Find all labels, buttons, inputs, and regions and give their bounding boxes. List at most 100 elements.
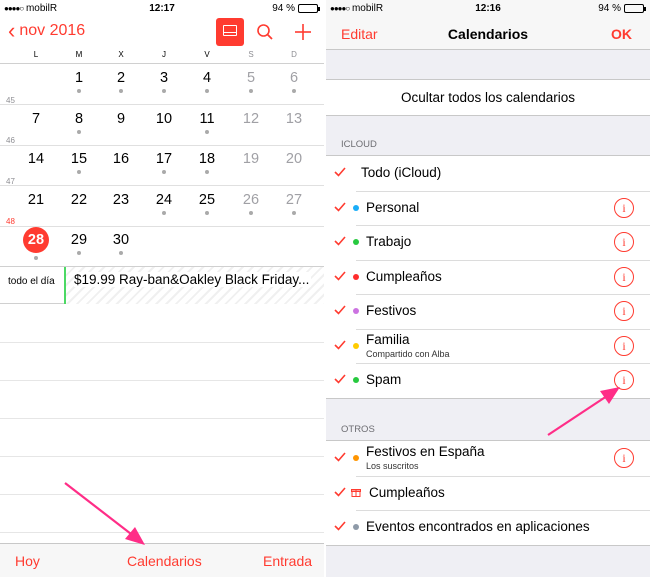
day-cell[interactable]: 9 (106, 111, 136, 127)
calendar-row[interactable]: Personal i (326, 190, 650, 226)
checkmark-icon (334, 201, 346, 212)
day-cell[interactable]: 25 (192, 192, 222, 215)
day-cell[interactable]: 12 (236, 111, 266, 127)
day-cell[interactable]: 26 (236, 192, 266, 215)
day-number: 28 (23, 227, 49, 254)
calendar-row[interactable]: Cumpleaños i (326, 259, 650, 295)
day-number: 16 (112, 151, 130, 168)
day-cell[interactable]: 11 (192, 111, 222, 134)
day-number: 25 (198, 191, 216, 208)
info-button[interactable]: i (614, 448, 634, 468)
day-cell[interactable]: 2 (106, 70, 136, 93)
all-day-row: todo el día $19.99 Ray-ban&Oakley Black … (0, 266, 324, 304)
day-cell[interactable]: 15 (64, 151, 94, 175)
event-dot (162, 170, 166, 175)
search-icon[interactable] (256, 23, 274, 41)
hide-all-calendars-button[interactable]: Ocultar todos los calendarios (326, 79, 650, 116)
day-cell[interactable]: 23 (106, 192, 136, 208)
calendar-row[interactable]: Eventos encontrados en aplicaciones (326, 510, 650, 545)
day-cell[interactable]: 8 (64, 111, 94, 134)
calendar-row[interactable]: Spam i (326, 363, 650, 398)
weekday-label: J (162, 50, 166, 59)
event-dot (162, 89, 166, 93)
day-cell[interactable]: 17 (149, 151, 179, 175)
day-cell[interactable]: 10 (149, 111, 179, 127)
info-button[interactable]: i (614, 301, 634, 321)
day-cell[interactable]: 30 (106, 232, 136, 256)
calendar-name: Festivos (366, 303, 417, 318)
day-cell[interactable]: 20 (279, 151, 309, 167)
inbox-button[interactable]: Entrada (263, 553, 312, 569)
chevron-left-icon: ‹ (8, 18, 16, 43)
day-cell[interactable]: 22 (64, 192, 94, 208)
day-cell[interactable]: 21 (21, 192, 51, 208)
day-number: 23 (112, 191, 130, 208)
event-dot (77, 129, 81, 134)
day-number: 29 (70, 232, 88, 249)
calendar-color-dot (353, 308, 359, 314)
day-number: 2 (116, 70, 126, 86)
info-button[interactable]: i (614, 370, 634, 390)
ok-button[interactable]: OK (611, 26, 632, 42)
calendar-row[interactable]: Cumpleaños (326, 475, 650, 511)
day-number: 10 (155, 110, 173, 127)
back-button[interactable]: ‹ nov 2016 (8, 18, 85, 43)
day-number: 27 (285, 191, 303, 208)
day-cell[interactable]: 24 (149, 192, 179, 215)
day-cell[interactable]: 16 (106, 151, 136, 167)
calendar-name: Eventos encontrados en aplicaciones (366, 519, 590, 534)
today-button[interactable]: Hoy (15, 553, 40, 569)
day-cell[interactable]: 7 (21, 111, 51, 127)
icloud-section-header: ICLOUD (341, 139, 377, 150)
day-cell[interactable]: 1 (64, 70, 94, 93)
day-cell[interactable]: 6 (279, 70, 309, 93)
weekday-label: X (118, 50, 124, 59)
info-button[interactable]: i (614, 232, 634, 252)
day-number: 12 (242, 110, 260, 127)
day-number: 15 (70, 151, 88, 168)
battery-icon (298, 4, 320, 13)
day-cell[interactable]: 4 (192, 70, 222, 93)
checkmark-icon (334, 270, 346, 281)
day-cell[interactable]: 5 (236, 70, 266, 93)
event-dot (249, 210, 253, 215)
battery-icon (624, 4, 646, 13)
calendar-color-dot (353, 273, 359, 280)
week-number: 46 (6, 136, 15, 146)
event-dot (77, 251, 81, 256)
day-number: 24 (155, 191, 173, 208)
day-cell[interactable]: 18 (192, 151, 222, 175)
info-button[interactable]: i (614, 197, 634, 218)
info-button[interactable]: i (614, 335, 634, 356)
calendars-button[interactable]: Calendarios (127, 553, 202, 569)
day-cell[interactable]: 29 (64, 232, 94, 256)
calendar-row[interactable]: Festivos i (326, 294, 650, 329)
event-dot (119, 251, 123, 256)
calendar-row[interactable]: Todo (iCloud) (326, 156, 650, 191)
add-icon[interactable] (294, 23, 312, 41)
day-number: 8 (74, 110, 84, 127)
day-cell[interactable]: 3 (149, 70, 179, 93)
day-cell[interactable]: 19 (236, 151, 266, 167)
all-day-label: todo el día (8, 276, 55, 287)
day-number: 9 (116, 110, 126, 127)
week-row: 45 7 8 9 10 11 12 13 (0, 96, 324, 146)
day-cell[interactable]: 13 (279, 111, 309, 127)
day-cell[interactable]: 28 (21, 227, 51, 261)
week-row: 47 21 22 23 24 25 26 27 (0, 177, 324, 227)
other-calendar-list: Festivos en España Los suscritos i Cumpleañ… (326, 440, 650, 546)
calendar-row[interactable]: Trabajo i (326, 225, 650, 260)
day-number: 22 (70, 191, 88, 208)
calendar-subtitle: Los suscritos (366, 461, 419, 471)
list-view-button[interactable] (216, 18, 244, 46)
all-day-event[interactable]: $19.99 Ray-ban&Oakley Black Friday... (64, 267, 324, 304)
week-row: 48 28 29 30 (0, 217, 324, 267)
weekday-label: L (33, 50, 39, 59)
day-cell[interactable]: 14 (21, 151, 51, 167)
day-cell[interactable]: 27 (279, 192, 309, 215)
day-number: 3 (159, 70, 169, 86)
calendar-row[interactable]: Festivos en España Los suscritos i (326, 441, 650, 476)
calendar-row[interactable]: Familia Compartido con Alba i (326, 328, 650, 364)
info-button[interactable]: i (614, 266, 634, 287)
day-number: 30 (112, 232, 130, 249)
